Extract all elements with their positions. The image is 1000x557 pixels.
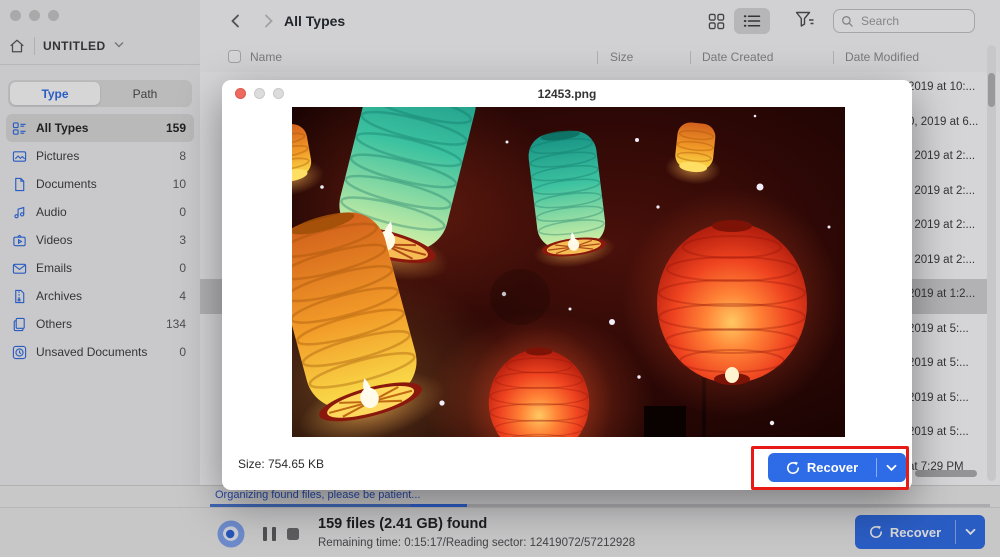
modal-titlebar: 12453.png (222, 80, 912, 107)
app-window: UNTITLED Type Path All Types 159 Picture… (0, 0, 1000, 557)
preview-modal: 12453.png (222, 80, 912, 490)
preview-image-lanterns (292, 107, 845, 437)
modal-title: 12453.png (538, 87, 597, 101)
modal-close-button[interactable] (235, 88, 246, 99)
annotation-highlight-box (751, 446, 909, 490)
modal-minimize-button[interactable] (254, 88, 265, 99)
modal-zoom-button[interactable] (273, 88, 284, 99)
file-size-label: Size: 754.65 KB (238, 457, 324, 471)
